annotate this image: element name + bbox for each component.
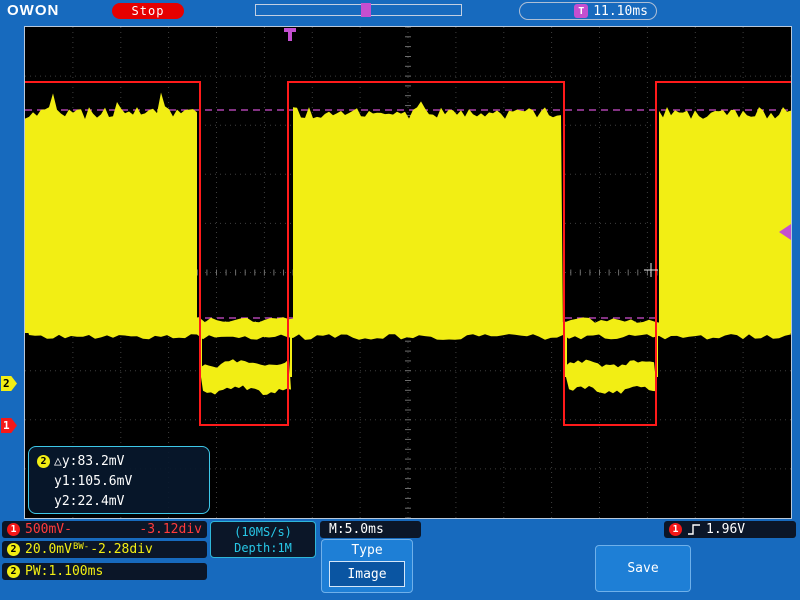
measure-y1: y1:105.6mV [54, 473, 133, 489]
ch1-scale: 500mV- [25, 522, 72, 537]
trigger-t-icon: T [574, 4, 589, 18]
ch2-scale: 20.0mV [25, 542, 72, 557]
ch1-badge: 1 [7, 523, 20, 536]
trigger-level-value: 1.96V [706, 522, 746, 537]
bottom-bar: 1 500mV- -3.12div 2 20.0mV BW- -2.28div … [0, 519, 800, 600]
measure-delta-y: △y:83.2mV [54, 453, 125, 469]
owon-logo: OWON [7, 2, 60, 19]
ch2-position-badge: 2 [1, 376, 17, 391]
trigger-position-marker-icon [361, 3, 371, 17]
pulse-width-readout: 2 PW:1.100ms [2, 563, 207, 580]
measure-row-delta: 2 △y:83.2mV [37, 451, 209, 471]
type-button-label: Type [351, 543, 383, 558]
type-button[interactable]: Type Image [321, 539, 413, 593]
type-button-value: Image [329, 561, 405, 587]
sample-rate: (10MS/s) [234, 524, 292, 539]
sample-rate-box: (10MS/s) Depth:1M [210, 521, 316, 558]
timebase-readout: M:5.0ms [320, 521, 421, 538]
rising-edge-icon [688, 524, 700, 535]
pulse-width-value: PW:1.100ms [25, 564, 104, 579]
memory-window-ruler [255, 4, 462, 16]
measure-row-y1: y1:105.6mV [37, 471, 209, 491]
ch2-bw-flag: BW- [72, 542, 90, 552]
ch1-position: -3.12div [139, 522, 202, 537]
timebase-value: M:5.0ms [329, 522, 384, 537]
top-bar: OWON Stop T 11.10ms [0, 0, 800, 22]
ch1-position-badge: 1 [1, 418, 17, 433]
ch1-badge: 1 [669, 523, 682, 536]
measure-row-y2: y2:22.4mV [37, 491, 209, 511]
measure-y2: y2:22.4mV [54, 493, 125, 509]
cursor-measure-box: 2 △y:83.2mV y1:105.6mV y2:22.4mV [28, 446, 210, 514]
ch1-readout: 1 500mV- -3.12div [2, 521, 207, 538]
trigger-readout: 1 1.96V [664, 521, 796, 538]
ch2-badge: 2 [7, 565, 20, 578]
scope-canvas [25, 27, 791, 518]
save-button-label: Save [627, 561, 659, 576]
ch2-position: -2.28div [90, 542, 153, 557]
ch2-badge: 2 [7, 543, 20, 556]
run-state-badge: Stop [112, 3, 184, 19]
memory-depth: Depth:1M [234, 540, 292, 555]
oscilloscope-screen: { "header": { "logo": "OWON", "run_state… [0, 0, 800, 600]
ch2-readout: 2 20.0mV BW- -2.28div [2, 541, 207, 558]
ch2-badge: 2 [37, 454, 50, 468]
trigger-time-value: 11.10ms [593, 3, 648, 19]
trigger-time-box: T 11.10ms [519, 2, 657, 20]
ch2-waveform [25, 92, 791, 395]
save-button[interactable]: Save [595, 545, 691, 592]
